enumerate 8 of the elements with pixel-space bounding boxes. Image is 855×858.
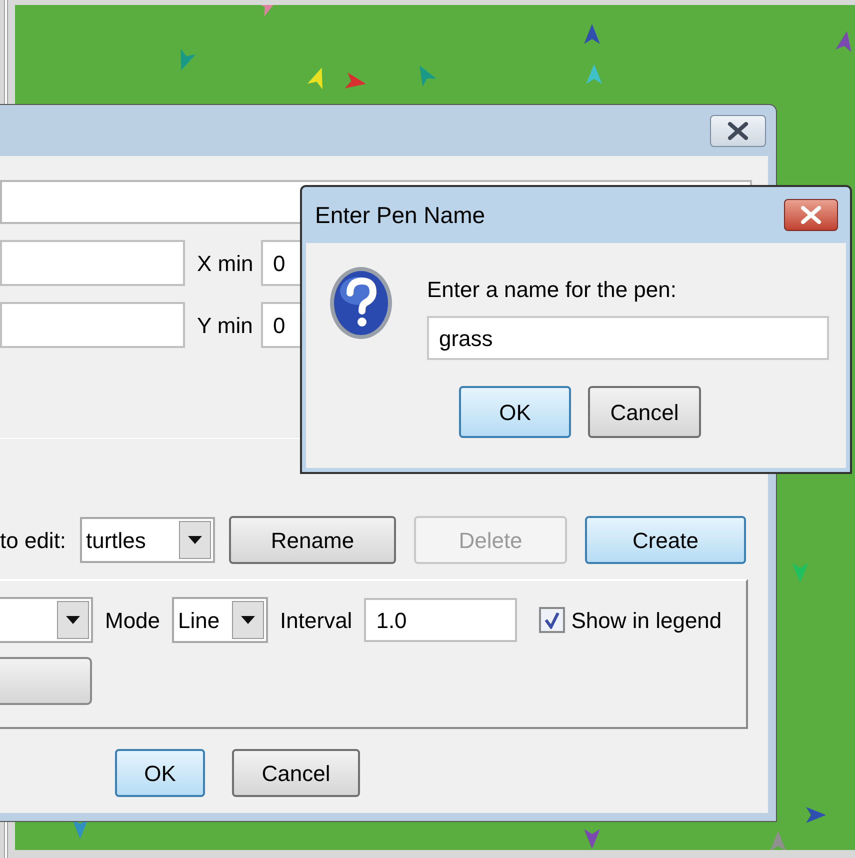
interval-label: Interval <box>280 606 352 634</box>
prompt-text: Enter a name for the pen: <box>427 276 678 304</box>
pen-selector-label: to edit: <box>0 526 68 554</box>
legend-label: Show in legend <box>571 606 722 635</box>
dialog-title: Enter Pen Name <box>315 200 486 230</box>
field-label: X min <box>197 250 254 278</box>
mode-label: Mode <box>105 606 160 634</box>
field-label: Y min <box>197 312 254 340</box>
